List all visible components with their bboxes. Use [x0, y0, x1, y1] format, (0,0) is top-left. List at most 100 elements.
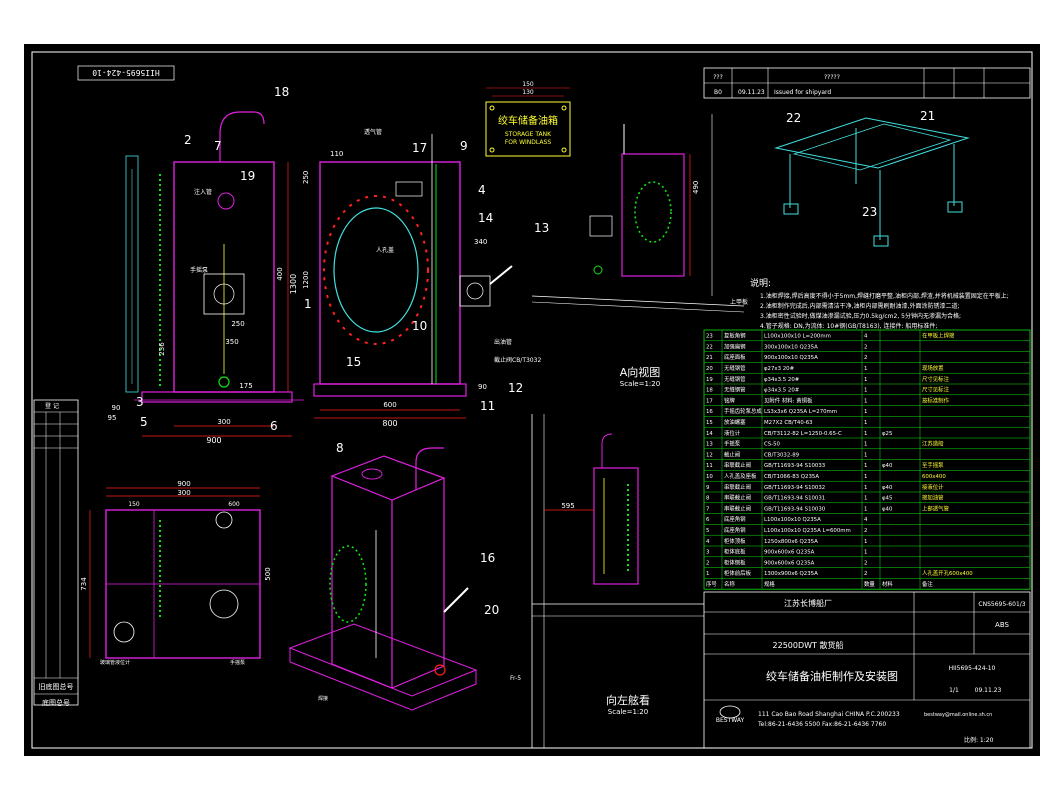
front-dim-300: 300 — [217, 418, 230, 426]
bom-cell: 1300x900x6 Q235A — [764, 571, 818, 577]
title-drawing-no-top: CNS5695-601/3 — [978, 601, 1025, 608]
bom-cell: 20 — [706, 366, 713, 372]
bom-cell: 串联截止阀 — [724, 504, 751, 512]
support-top-plate — [774, 117, 970, 169]
side-stamp-2: 底图总号 — [42, 698, 70, 707]
bom-cell: 见附件 材料: 黄铜板 — [764, 396, 813, 404]
plate-dim-150: 150 — [522, 81, 534, 88]
callout-11: 11 — [480, 399, 495, 413]
callout-8: 8 — [336, 441, 344, 455]
plan-dim-500: 500 — [264, 567, 272, 580]
bom-cell: GB/T11693-94 S10030 — [764, 506, 826, 512]
iso-note: 焊接 — [318, 695, 328, 702]
bom-cell: 4 — [864, 334, 868, 340]
drawing-canvas: 登 记 旧底图总号 底图总号 HII5695-424-10 900 300 35… — [31, 51, 1033, 749]
bom-cell: 2 — [864, 355, 867, 361]
side-dim-600: 600 — [383, 401, 396, 409]
plan-pump — [209, 589, 239, 619]
title-ship-type: 22500DWT 散货船 — [773, 640, 844, 650]
side-pump — [459, 275, 491, 307]
lview-scale: Scale=1:20 — [608, 708, 648, 716]
bom-cell: 底座角钢 — [724, 515, 746, 523]
bom-cell: 1 — [864, 496, 867, 502]
bom-cell: 人孔盖开孔600x400 — [922, 569, 973, 577]
cad-viewer: 登 记 旧底图总号 底图总号 HII5695-424-10 900 300 35… — [0, 0, 1064, 798]
plate-en1: STORAGE TANK — [505, 131, 552, 138]
plan-dim-300: 300 — [177, 489, 190, 497]
plate-dim-130: 130 — [522, 89, 534, 96]
side-nameplate — [395, 181, 423, 197]
aview-tank — [621, 153, 685, 277]
bom-cell: 串联截止阀 — [724, 461, 751, 469]
bom-cell: 柜体底板 — [724, 548, 746, 556]
plan-dim-150: 150 — [128, 501, 140, 508]
bom-cell: 无缝钢管 — [724, 386, 746, 394]
aview-dim-490: 490 — [692, 181, 700, 194]
bom-header: 材料 — [882, 580, 893, 588]
side-manhole — [333, 207, 419, 333]
bom-header: 序号 — [706, 580, 717, 588]
side-dim-250: 250 — [302, 171, 310, 184]
bom-cell: 300x100x10 Q235A — [764, 344, 818, 350]
note-2: 2.油柜制作完成后,内部需清洁干净,油柜内部需刷耐油漆,外面涂防锈漆二道; — [760, 302, 959, 310]
front-dim-400: 400 — [276, 267, 284, 280]
bom-cell: 1 — [864, 463, 867, 469]
rev-b-code: B0 — [714, 89, 722, 96]
iso-support — [774, 117, 970, 247]
bom-header: 数量 — [864, 580, 875, 588]
callout-1: 1 — [304, 297, 312, 311]
bom-cell: 600x400 — [922, 474, 946, 480]
title-scale-note: 比例: 1:20 — [964, 736, 994, 744]
aview-scale: Scale=1:20 — [620, 380, 660, 388]
iso-tank-top — [330, 455, 446, 501]
front-dim-236: 236 — [158, 342, 166, 356]
callout-9: 9 — [460, 139, 468, 153]
bom-cell: 底座面板 — [724, 353, 746, 361]
bom-cell: 11 — [706, 463, 713, 469]
bom-cell: 复板角钢 — [724, 332, 746, 340]
title-drawing-title: 绞车储备油柜制作及安装图 — [766, 669, 898, 683]
bom-cell: GB/T11693-94 S10031 — [764, 496, 825, 502]
side-label-cover: 人孔盖 — [376, 246, 394, 254]
bom-cell: 2 — [864, 571, 867, 577]
side-stamp-block: 登 记 旧底图总号 底图总号 — [33, 399, 79, 707]
bom-cell: 10 — [706, 474, 713, 480]
bom-cell: 21 — [706, 355, 713, 361]
drawing-sheet: 登 记 旧底图总号 底图总号 HII5695-424-10 900 300 35… — [24, 44, 1040, 756]
note-4: 4.管子规格: DN,为流体: 10#钢(GB/T8163), 连接件: 船用标… — [760, 322, 937, 330]
bom-cell: 3 — [706, 550, 709, 556]
bom-cell: 5 — [706, 528, 709, 534]
front-dim-95: 95 — [108, 414, 117, 422]
rev-a-text: ????? — [824, 74, 840, 81]
bom-cell: GB/T11693-94 S10033 — [764, 463, 825, 469]
bom-cell: 1 — [864, 420, 867, 426]
bom-cell: 7 — [706, 506, 709, 512]
title-block: 江苏长博船厂 CNS5695-601/3 ABS 22500DWT 散货船 绞车… — [703, 591, 1031, 749]
title-email: bestway@mail.online.sh.cn — [924, 712, 992, 718]
bom-cell: 1 — [864, 550, 867, 556]
bom-cell: 1 — [864, 398, 867, 404]
title-address: 111 Cao Bao Road Shanghai CHINA P.C.2002… — [758, 711, 900, 718]
side-base — [313, 383, 467, 397]
bom-cell: 至手摇泵 — [922, 461, 944, 469]
bom-cell: 液位计 — [724, 429, 741, 437]
side-tank-body — [319, 161, 461, 385]
plan-dim-900: 900 — [177, 480, 190, 488]
bom-cell: 1 — [864, 539, 867, 545]
callout-2: 2 — [184, 133, 192, 147]
bom-cell: L100x100x10 L=200mm — [764, 334, 831, 340]
bom-cell: 2 — [864, 560, 867, 566]
title-date: 09.11.23 — [975, 687, 1002, 694]
bom-cell: 900x600x6 Q235A — [764, 560, 815, 566]
front-dim-1300: 1300 — [289, 274, 298, 294]
bom-cell: 放油螺塞 — [724, 418, 746, 426]
bom-cell: CB/T3112-82 L=1250-0.65-C — [764, 431, 842, 437]
bom-cell: 15 — [706, 420, 713, 426]
bom-header: 规格 — [764, 580, 775, 588]
bom-cell: 16 — [706, 409, 713, 415]
bom-table: 23 复板角钢 L100x100x10 L=200mm 4 在甲板上焊接22 加强扁钢 30… — [703, 329, 1031, 590]
callout-12: 12 — [508, 381, 523, 395]
bom-cell: CB/T3032-89 — [764, 452, 800, 458]
bom-cell: M27X2 CB/T40-63 — [764, 420, 813, 426]
bom-cell: 17 — [706, 398, 713, 404]
